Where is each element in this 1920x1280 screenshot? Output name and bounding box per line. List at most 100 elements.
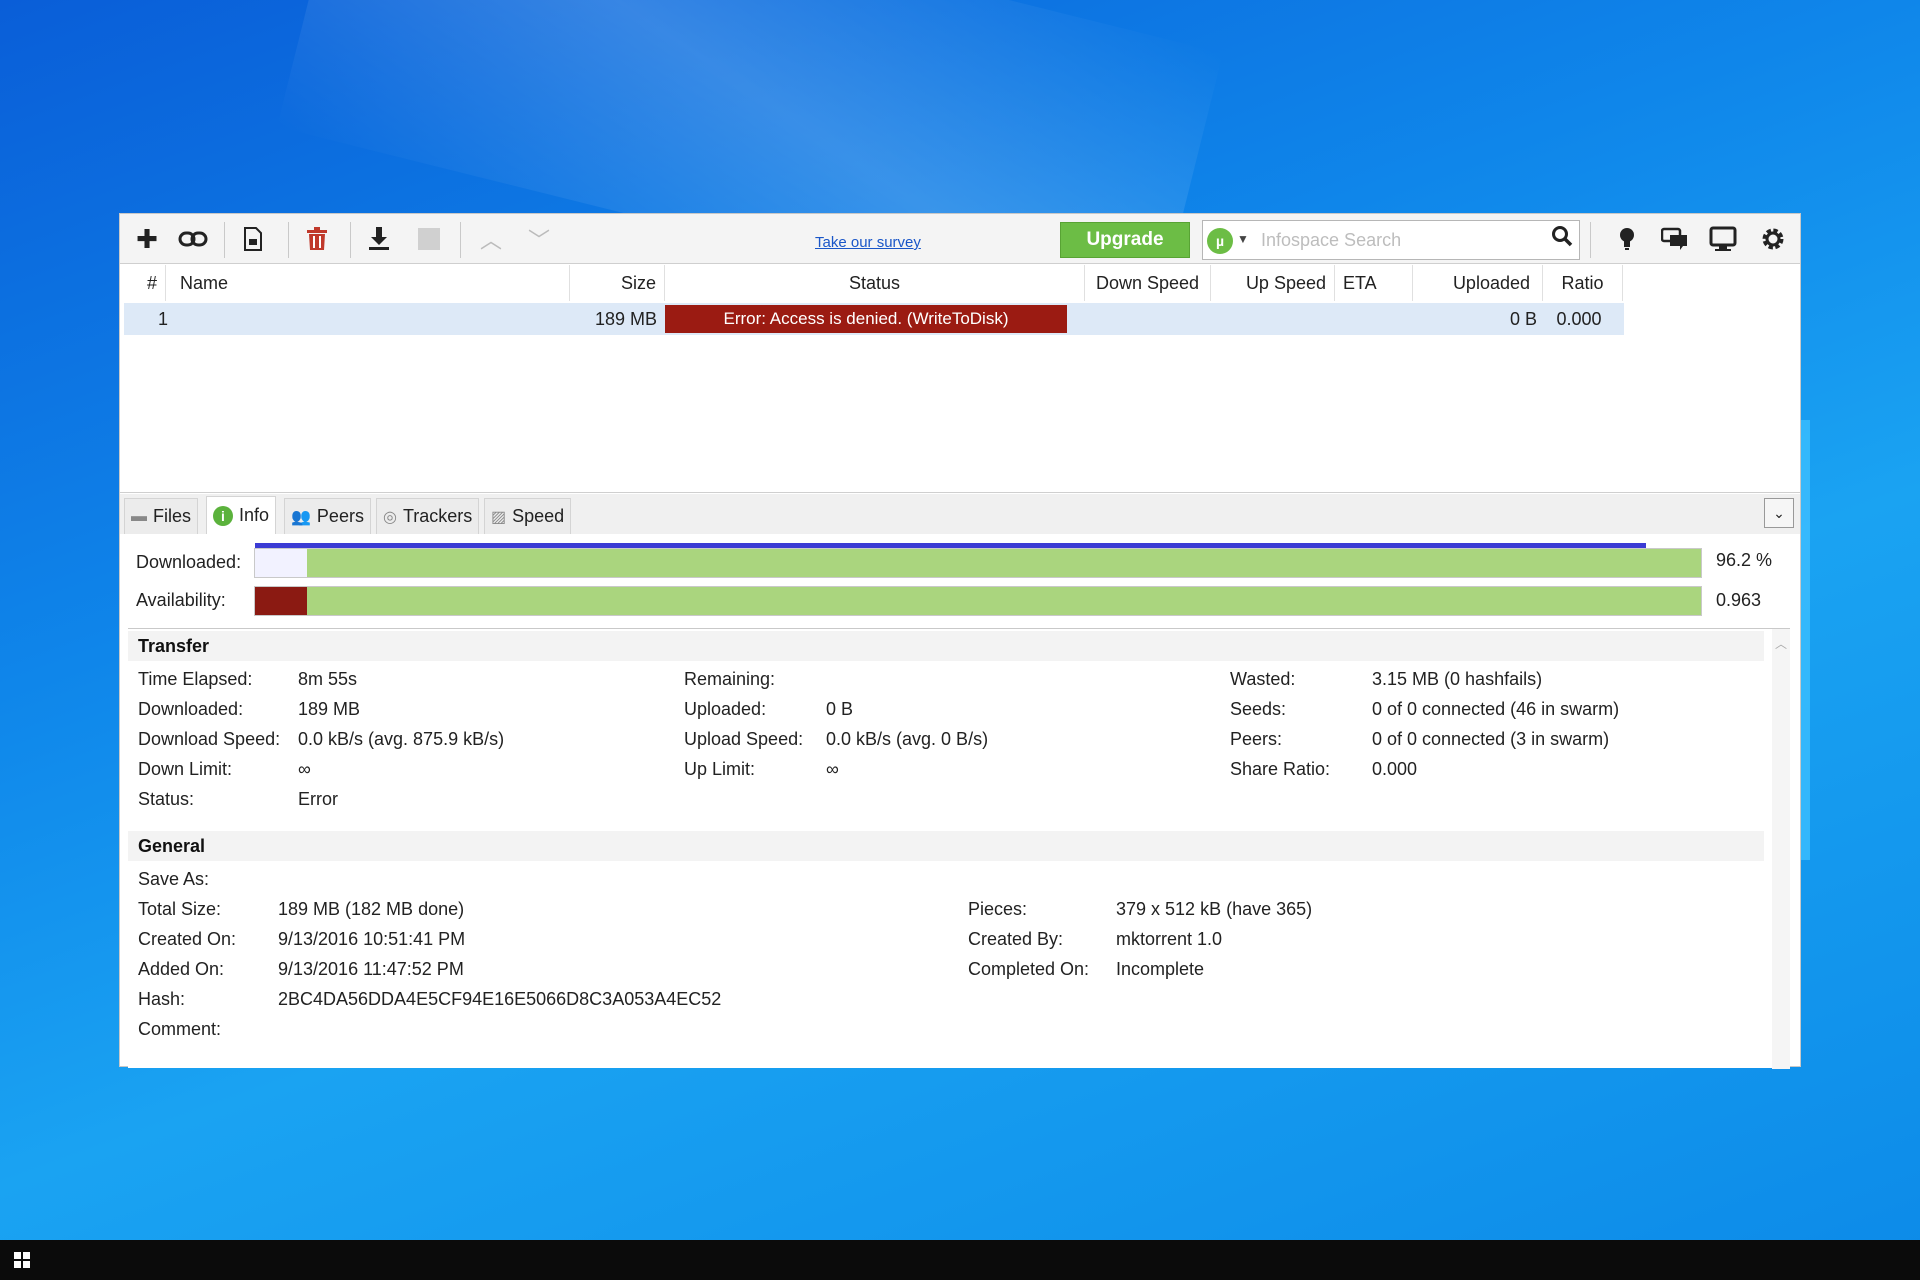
availability-label: Availability: bbox=[136, 590, 226, 610]
torrent-status-error: Error: Access is denied. (WriteToDisk) bbox=[665, 305, 1067, 333]
downloaded-bar bbox=[254, 543, 1702, 578]
chat-button[interactable] bbox=[1658, 224, 1692, 254]
availability-bar bbox=[254, 586, 1702, 616]
survey-link[interactable]: Take our survey bbox=[815, 234, 921, 251]
col-number[interactable]: # bbox=[124, 265, 166, 301]
search-box: µ ▼ bbox=[1202, 220, 1580, 260]
transfer-value: ∞ bbox=[298, 759, 311, 779]
general-value: 2BC4DA56DDA4E5CF94E16E5066D8C3A053A4EC52 bbox=[278, 989, 722, 1009]
col-uploaded[interactable]: Uploaded bbox=[1413, 265, 1543, 301]
col-up-speed[interactable]: Up Speed bbox=[1211, 265, 1335, 301]
general-label: Created On: bbox=[138, 929, 237, 949]
info-details: Transfer Time Elapsed: 8m 55s Downloaded: 1… bbox=[128, 628, 1790, 1069]
transfer-value: 189 MB bbox=[298, 699, 361, 719]
general-label: Added On: bbox=[138, 959, 225, 979]
transfer-label: Share Ratio: bbox=[1230, 759, 1331, 779]
transfer-value: 0.0 kB/s (avg. 0 B/s) bbox=[826, 729, 989, 749]
tab-trackers[interactable]: ◎ Trackers bbox=[376, 498, 480, 534]
transfer-label: Seeds: bbox=[1230, 699, 1287, 719]
transfer-value: 0.0 kB/s (avg. 875.9 kB/s) bbox=[298, 729, 505, 749]
taskbar bbox=[0, 1240, 1920, 1280]
create-torrent-button[interactable] bbox=[236, 224, 270, 254]
preferences-button[interactable] bbox=[1756, 224, 1790, 254]
transfer-value: Error bbox=[298, 789, 338, 809]
search-icon[interactable] bbox=[1551, 225, 1573, 253]
transfer-value: 8m 55s bbox=[298, 669, 358, 689]
transfer-value: ∞ bbox=[826, 759, 839, 779]
trackers-icon: ◎ bbox=[383, 508, 397, 526]
general-label: Created By: bbox=[968, 929, 1064, 949]
tab-info[interactable]: i Info bbox=[206, 496, 277, 534]
info-icon: i bbox=[213, 505, 233, 526]
utorrent-window: ✚ ︿ ﹀ Take our survey Upgrade µ ▼ Infosp… bbox=[119, 213, 1801, 1069]
col-down-speed[interactable]: Down Speed bbox=[1085, 265, 1211, 301]
col-status[interactable]: Status bbox=[665, 265, 1085, 301]
transfer-value: 3.15 MB (0 hashfails) bbox=[1372, 669, 1543, 689]
down-arrow-icon: ﹀ bbox=[527, 228, 550, 253]
general-label: Hash: bbox=[138, 989, 186, 1009]
chat-icon bbox=[1661, 227, 1687, 250]
general-label: Save As: bbox=[138, 869, 210, 889]
tab-peers[interactable]: 👥 Peers bbox=[284, 498, 371, 534]
bulb-icon bbox=[1620, 228, 1634, 250]
monitor-icon bbox=[1709, 226, 1737, 251]
torrent-ratio: 0.000 bbox=[1556, 308, 1602, 329]
chevron-double-down-icon: ⌄ bbox=[1773, 504, 1785, 521]
col-size[interactable]: Size bbox=[570, 265, 665, 301]
general-label: Completed On: bbox=[968, 959, 1090, 979]
add-url-button[interactable] bbox=[176, 224, 210, 254]
general-value: 9/13/2016 10:51:41 PM bbox=[278, 929, 466, 949]
general-label: Total Size: bbox=[138, 899, 222, 919]
downloaded-blue-line bbox=[255, 543, 1646, 548]
general-label: Pieces: bbox=[968, 899, 1028, 919]
tips-button[interactable] bbox=[1610, 224, 1644, 254]
windows-start-icon[interactable] bbox=[14, 1252, 30, 1268]
transfer-label: Upload Speed: bbox=[684, 729, 804, 749]
scroll-up-icon[interactable]: ︿ bbox=[1775, 635, 1787, 652]
remote-button[interactable] bbox=[1706, 224, 1740, 254]
folder-icon: ▬ bbox=[131, 507, 147, 525]
transfer-value: 0 B bbox=[826, 699, 854, 719]
general-value: 189 MB (182 MB done) bbox=[278, 899, 465, 919]
torrent-row[interactable]: 1 189 MB Error: Access is denied. (Write… bbox=[124, 303, 1624, 335]
transfer-value: 0 of 0 connected (46 in swarm) bbox=[1372, 699, 1620, 719]
col-eta[interactable]: ETA bbox=[1335, 265, 1413, 301]
start-torrent-button[interactable] bbox=[362, 224, 396, 254]
tab-files[interactable]: ▬ Files bbox=[124, 498, 199, 534]
search-input[interactable] bbox=[1261, 226, 1541, 254]
availability-fill bbox=[307, 587, 1701, 615]
col-name[interactable]: Name bbox=[166, 265, 570, 301]
remove-torrent-button[interactable] bbox=[300, 224, 334, 254]
file-icon bbox=[244, 227, 262, 251]
download-icon bbox=[369, 227, 389, 250]
col-ratio[interactable]: Ratio bbox=[1543, 265, 1623, 301]
collapse-panel-button[interactable]: ⌄ bbox=[1764, 498, 1794, 528]
availability-value: 0.963 bbox=[1716, 590, 1762, 610]
general-heading: General bbox=[128, 831, 1764, 861]
add-torrent-button[interactable]: ✚ bbox=[130, 224, 164, 254]
transfer-heading: Transfer bbox=[128, 631, 1764, 661]
peers-icon: 👥 bbox=[291, 508, 311, 526]
move-down-button[interactable]: ﹀ bbox=[522, 224, 556, 254]
transfer-label: Peers: bbox=[1230, 729, 1283, 749]
transfer-label: Remaining: bbox=[684, 669, 776, 689]
transfer-label: Down Limit: bbox=[138, 759, 233, 779]
transfer-label: Downloaded: bbox=[138, 699, 244, 719]
upgrade-button[interactable]: Upgrade bbox=[1060, 222, 1190, 258]
search-provider-dropdown-icon[interactable]: ▼ bbox=[1237, 232, 1249, 246]
transfer-label: Uploaded: bbox=[684, 699, 767, 719]
general-value: mktorrent 1.0 bbox=[1116, 929, 1223, 949]
torrent-list: # Name Size Status Down Speed Up Speed E… bbox=[120, 265, 1800, 493]
general-label: Comment: bbox=[138, 1019, 222, 1039]
downloaded-fill bbox=[307, 549, 1701, 577]
toolbar: ✚ ︿ ﹀ Take our survey Upgrade µ ▼ bbox=[120, 214, 1800, 264]
stop-torrent-button[interactable] bbox=[412, 224, 446, 254]
details-scrollbar[interactable]: ︿ bbox=[1772, 629, 1790, 1069]
move-up-button[interactable]: ︿ bbox=[474, 224, 508, 254]
utorrent-logo-icon[interactable]: µ bbox=[1207, 228, 1233, 254]
transfer-value: 0.000 bbox=[1372, 759, 1418, 779]
downloaded-label: Downloaded: bbox=[136, 552, 242, 572]
speed-chart-icon: ▨ bbox=[491, 508, 507, 526]
tab-speed[interactable]: ▨ Speed bbox=[484, 498, 572, 534]
stop-icon bbox=[418, 228, 440, 250]
